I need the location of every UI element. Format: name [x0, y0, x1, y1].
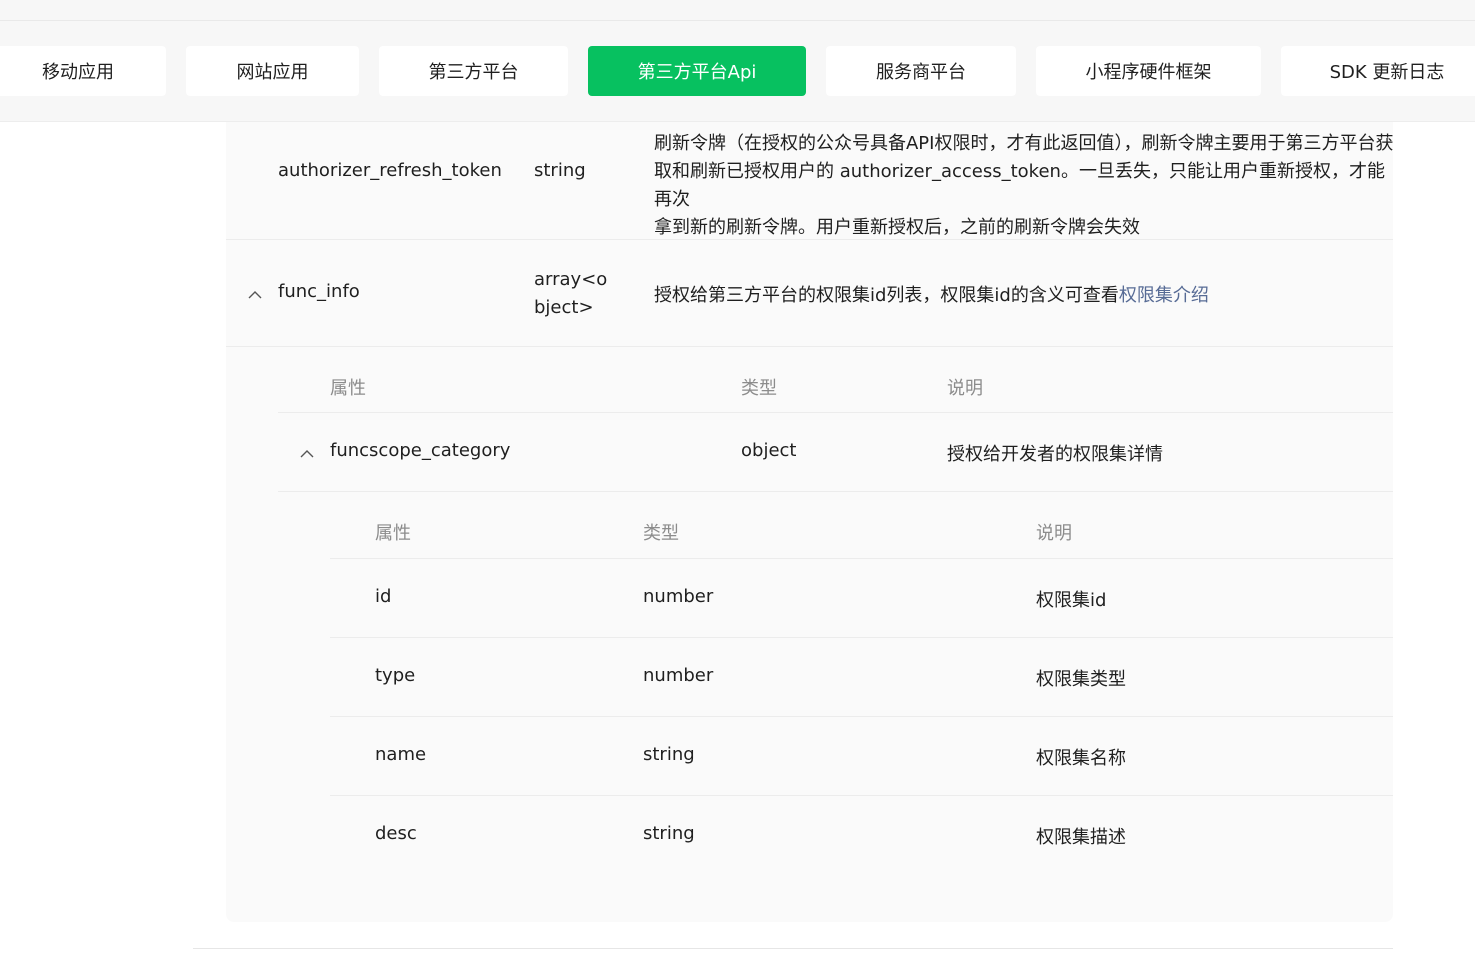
param-name: id [375, 586, 392, 607]
param-name: type [375, 665, 416, 686]
param-description: 授权给开发者的权限集详情 [947, 444, 1163, 465]
tab-sdk-changelog[interactable]: SDK 更新日志 [1281, 46, 1475, 96]
description-line: 刷新令牌（在授权的公众号具备API权限时，才有此返回值），刷新令牌主要用于第三方… [654, 133, 1394, 154]
tab-label: 第三方平台 [428, 62, 519, 83]
param-type: array<o bject> [534, 266, 624, 322]
tab-label: 移动应用 [42, 62, 114, 83]
row-divider [278, 412, 1393, 413]
param-description: 授权给第三方平台的权限集id列表，权限集id的含义可查看权限集介绍 [654, 281, 1209, 307]
param-description: 权限集描述 [1036, 827, 1126, 848]
param-type: string [534, 160, 586, 181]
param-name: funcscope_category [330, 440, 511, 461]
param-name: name [375, 744, 427, 765]
param-type: object [741, 440, 797, 461]
row-divider [330, 795, 1393, 796]
permission-set-intro-link[interactable]: 权限集介绍 [1119, 285, 1209, 306]
description-text: 授权给第三方平台的权限集id列表，权限集id的含义可查看 [654, 285, 1119, 306]
chevron-up-icon[interactable] [247, 286, 263, 302]
tab-label: 小程序硬件框架 [1085, 62, 1212, 83]
tab-label: 网站应用 [236, 62, 309, 83]
param-type: string [643, 744, 695, 765]
tab-label: 服务商平台 [876, 62, 966, 83]
param-type: number [643, 665, 714, 686]
page: 移动应用 网站应用 第三方平台 第三方平台Api 服务商平台 小程序硬件框架 S… [0, 0, 1475, 979]
tab-bar-top-divider [0, 20, 1475, 21]
top-tab-bar: 移动应用 网站应用 第三方平台 第三方平台Api 服务商平台 小程序硬件框架 S… [0, 0, 1475, 122]
tab-third-party-platform-api[interactable]: 第三方平台Api [588, 46, 806, 96]
section-bottom-divider [193, 948, 1393, 949]
param-name: authorizer_refresh_token [278, 160, 502, 181]
column-header-attribute: 属性 [375, 523, 411, 544]
type-line: array<o [534, 269, 608, 290]
column-header-description: 说明 [1036, 523, 1072, 544]
tab-service-provider-platform[interactable]: 服务商平台 [826, 46, 1016, 96]
column-header-attribute: 属性 [330, 378, 366, 399]
param-description: 权限集id [1036, 590, 1107, 611]
param-description: 权限集名称 [1036, 748, 1126, 769]
param-type: string [643, 823, 695, 844]
type-line: bject> [534, 297, 594, 318]
row-divider [330, 637, 1393, 638]
param-description: 权限集类型 [1036, 669, 1126, 690]
tab-label: 第三方平台Api [637, 62, 757, 83]
param-description: 刷新令牌（在授权的公众号具备API权限时，才有此返回值），刷新令牌主要用于第三方… [654, 130, 1394, 242]
chevron-up-icon[interactable] [299, 445, 315, 461]
param-name: desc [375, 823, 417, 844]
row-divider [330, 716, 1393, 717]
param-type: number [643, 586, 714, 607]
tab-label: SDK 更新日志 [1329, 62, 1445, 83]
column-header-type: 类型 [643, 523, 679, 544]
row-divider [226, 346, 1393, 347]
tab-website-app[interactable]: 网站应用 [186, 46, 359, 96]
tab-mini-program-hardware-framework[interactable]: 小程序硬件框架 [1036, 46, 1261, 96]
param-name: func_info [278, 281, 360, 302]
description-line: 取和刷新已授权用户的 authorizer_access_token。一旦丢失，… [654, 161, 1385, 210]
row-divider [278, 491, 1393, 492]
tab-third-party-platform[interactable]: 第三方平台 [379, 46, 568, 96]
row-divider [226, 239, 1393, 240]
column-header-description: 说明 [947, 378, 983, 399]
row-divider [330, 558, 1393, 559]
description-line: 拿到新的刷新令牌。用户重新授权后，之前的刷新令牌会失效 [654, 217, 1140, 238]
tab-mobile-app[interactable]: 移动应用 [0, 46, 166, 96]
column-header-type: 类型 [741, 378, 777, 399]
